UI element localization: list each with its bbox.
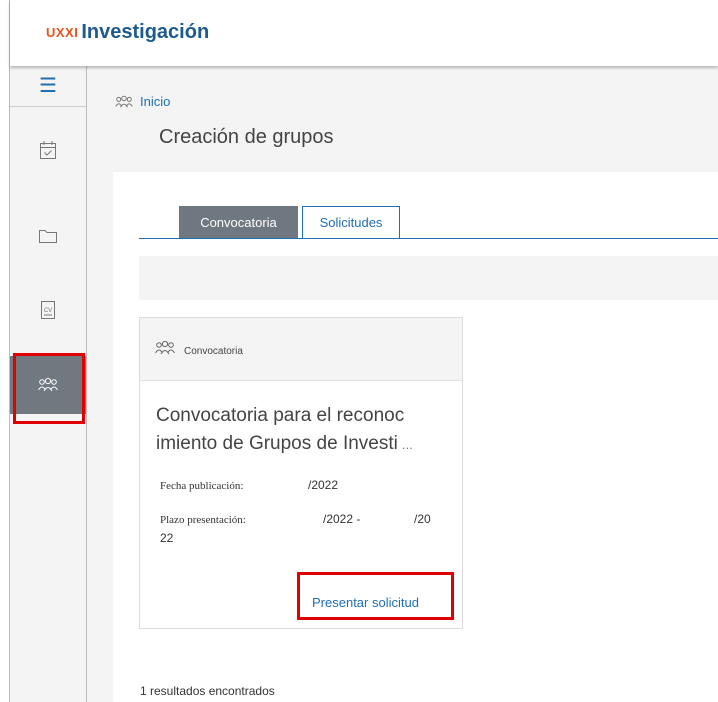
breadcrumb: Inicio (114, 94, 170, 109)
page-title: Creación de grupos (159, 126, 334, 148)
groups-icon (38, 377, 58, 392)
tab-solicitudes[interactable]: Solicitudes (302, 206, 400, 238)
presentar-solicitud-button[interactable]: Presentar solicitud (312, 595, 419, 610)
cv-document-icon: CV (41, 301, 55, 319)
svg-text:CV: CV (44, 308, 52, 314)
sidebar-item-calendar[interactable] (10, 130, 86, 170)
groups-icon (115, 95, 133, 107)
card-title-ellipsis: ... (401, 437, 413, 452)
plazo-presentacion-value-wrap: 22 (160, 531, 174, 545)
card-title-text: Convocatoria para el reconoc imiento de … (156, 405, 405, 454)
filter-bar (139, 256, 718, 300)
fecha-publicacion-value: /2022 (308, 478, 339, 492)
brand-name: Investigación (81, 21, 210, 43)
plazo-presentacion-value-end: /20 (414, 512, 431, 526)
sidebar-item-folder[interactable] (10, 216, 86, 256)
sidebar-item-groups[interactable] (10, 356, 86, 414)
convocatoria-card: Convocatoria Convocatoria para el recono… (139, 317, 463, 629)
brand-logo[interactable]: UXXI Investigación (46, 21, 209, 44)
tabs-underline (139, 238, 718, 239)
sidebar-item-cv[interactable]: CV (10, 290, 86, 330)
sidebar: ☰ CV (10, 66, 87, 702)
card-header: Convocatoria (140, 318, 462, 381)
content-panel: Convocatoria Solicitudes Convocatoria Co… (113, 172, 718, 702)
sidebar-menu-toggle[interactable]: ☰ (10, 66, 86, 107)
main-content: Inicio Creación de grupos Convocatoria S… (87, 66, 718, 702)
card-header-label: Convocatoria (184, 346, 243, 357)
card-title[interactable]: Convocatoria para el reconoc imiento de … (156, 402, 456, 459)
breadcrumb-home-link[interactable]: Inicio (140, 94, 170, 109)
brand-prefix: UXXI (46, 25, 79, 40)
plazo-presentacion-label: Plazo presentación: (160, 514, 246, 526)
folder-icon (39, 230, 57, 243)
calendar-check-icon (40, 141, 56, 159)
plazo-presentacion-value-start: /2022 - (323, 512, 361, 526)
hamburger-menu-icon: ☰ (39, 75, 57, 97)
fecha-publicacion-label: Fecha publicación: (160, 480, 244, 492)
app-header: UXXI Investigación (10, 0, 718, 66)
results-count: 1 resultados encontrados (140, 684, 275, 698)
groups-icon (155, 340, 175, 355)
tab-convocatoria[interactable]: Convocatoria (179, 206, 298, 238)
